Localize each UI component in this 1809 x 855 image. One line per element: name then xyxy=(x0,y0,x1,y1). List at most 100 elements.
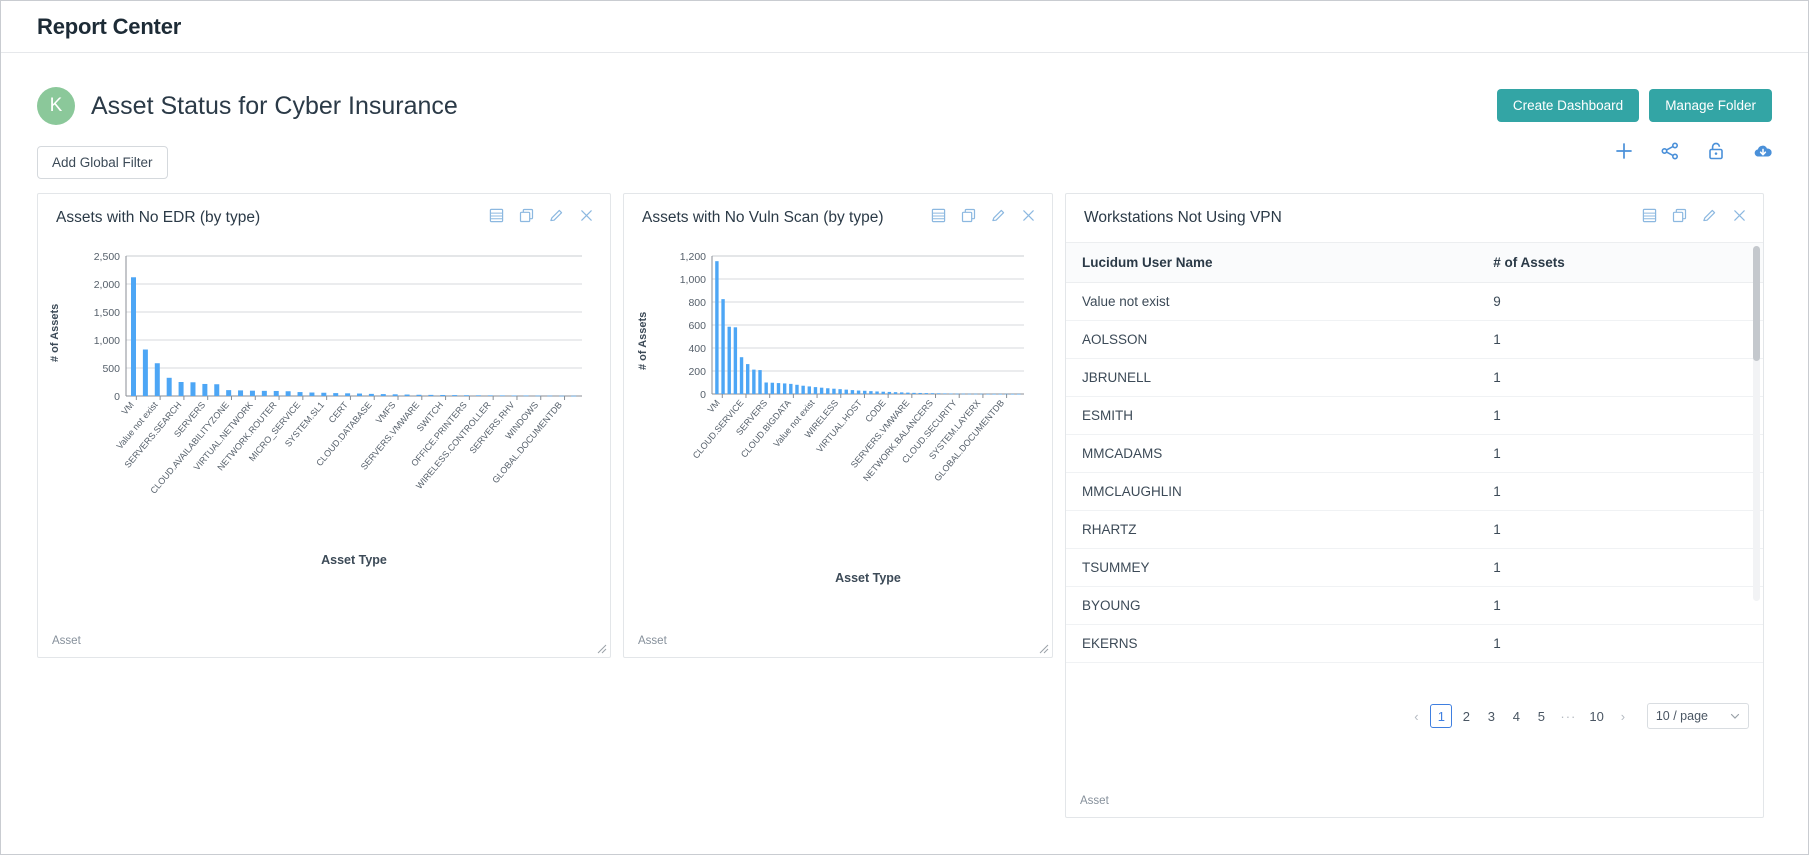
bar[interactable] xyxy=(261,390,267,396)
bar[interactable] xyxy=(571,395,577,397)
bar[interactable] xyxy=(918,392,922,394)
bar[interactable] xyxy=(807,386,811,394)
bar[interactable] xyxy=(368,393,374,396)
table-row[interactable]: Value not exist 9 xyxy=(1066,282,1763,321)
share-icon[interactable] xyxy=(1660,141,1680,161)
bar[interactable] xyxy=(801,385,805,394)
bar[interactable] xyxy=(795,384,799,394)
bar[interactable] xyxy=(464,395,470,396)
bar[interactable] xyxy=(998,393,1002,395)
bar[interactable] xyxy=(404,394,410,396)
bar[interactable] xyxy=(727,326,731,394)
bar[interactable] xyxy=(789,383,793,394)
bar[interactable] xyxy=(856,390,861,394)
bar[interactable] xyxy=(961,393,965,395)
bar[interactable] xyxy=(309,392,315,396)
bar[interactable] xyxy=(1017,393,1021,395)
bar[interactable] xyxy=(949,393,953,395)
table-row[interactable]: ESMITH 1 xyxy=(1066,396,1763,435)
bar[interactable] xyxy=(428,394,434,396)
download-cloud-icon[interactable] xyxy=(1752,141,1774,161)
bar[interactable] xyxy=(511,395,517,397)
bar[interactable] xyxy=(131,277,136,396)
bar[interactable] xyxy=(226,390,232,396)
bar[interactable] xyxy=(869,391,873,395)
copy-icon[interactable] xyxy=(519,208,534,223)
bar[interactable] xyxy=(440,394,446,396)
bar[interactable] xyxy=(547,395,553,397)
bar[interactable] xyxy=(559,395,565,397)
pagination-prev[interactable]: ‹ xyxy=(1405,704,1427,728)
bar[interactable] xyxy=(487,395,493,396)
table-row[interactable]: JBRUNELL 1 xyxy=(1066,358,1763,397)
bar[interactable] xyxy=(758,370,762,394)
close-icon[interactable] xyxy=(579,208,594,223)
bar[interactable] xyxy=(924,393,929,394)
bar[interactable] xyxy=(936,393,941,394)
bar[interactable] xyxy=(190,382,196,396)
manage-folder-button[interactable]: Manage Folder xyxy=(1649,89,1772,122)
table-row[interactable]: AOLSSON 1 xyxy=(1066,320,1763,359)
bar[interactable] xyxy=(893,392,898,394)
bar[interactable] xyxy=(863,390,867,394)
bar[interactable] xyxy=(887,391,892,394)
bar[interactable] xyxy=(912,392,916,394)
resize-handle[interactable] xyxy=(1039,644,1049,654)
bar[interactable] xyxy=(746,364,750,394)
pagination-next[interactable]: › xyxy=(1612,704,1634,728)
bar[interactable] xyxy=(166,377,172,396)
bar[interactable] xyxy=(499,395,505,397)
bar[interactable] xyxy=(875,391,879,394)
bar[interactable] xyxy=(850,390,855,394)
bar[interactable] xyxy=(333,393,339,396)
bar[interactable] xyxy=(214,384,220,396)
bar[interactable] xyxy=(819,387,824,394)
list-icon[interactable] xyxy=(1642,208,1657,223)
bar[interactable] xyxy=(357,393,362,396)
bar[interactable] xyxy=(452,395,458,396)
bar[interactable] xyxy=(770,382,775,394)
plus-icon[interactable] xyxy=(1614,141,1634,161)
pagination-page-3[interactable]: 3 xyxy=(1480,704,1502,728)
pencil-icon[interactable] xyxy=(549,208,564,223)
pagination-page-2[interactable]: 2 xyxy=(1455,704,1477,728)
copy-icon[interactable] xyxy=(1672,208,1687,223)
bar[interactable] xyxy=(249,390,255,396)
scrollbar-thumb[interactable] xyxy=(1753,246,1760,361)
pencil-icon[interactable] xyxy=(1702,208,1717,223)
bar[interactable] xyxy=(844,389,848,394)
table-row[interactable]: MMCLAUGHLIN 1 xyxy=(1066,472,1763,511)
bar[interactable] xyxy=(813,387,818,394)
create-dashboard-button[interactable]: Create Dashboard xyxy=(1496,89,1640,122)
table-row[interactable]: TSUMMEY 1 xyxy=(1066,548,1763,587)
list-icon[interactable] xyxy=(931,208,946,223)
pagination-ellipsis[interactable]: ··· xyxy=(1555,704,1581,728)
bar[interactable] xyxy=(285,391,291,396)
bar[interactable] xyxy=(1010,393,1015,395)
close-icon[interactable] xyxy=(1021,208,1036,223)
resize-handle[interactable] xyxy=(597,644,607,654)
close-icon[interactable] xyxy=(1732,208,1747,223)
bar[interactable] xyxy=(752,369,756,394)
bar[interactable] xyxy=(380,394,386,396)
bar[interactable] xyxy=(523,395,529,397)
table-row[interactable]: RHARTZ 1 xyxy=(1066,510,1763,549)
pagination-page-1[interactable]: 1 xyxy=(1430,704,1453,728)
bar[interactable] xyxy=(321,392,327,396)
bar[interactable] xyxy=(930,393,935,394)
bar[interactable] xyxy=(967,393,972,395)
bar[interactable] xyxy=(142,349,148,396)
bar[interactable] xyxy=(345,393,351,396)
bar[interactable] xyxy=(764,382,768,395)
pagination-page-last[interactable]: 10 xyxy=(1584,704,1608,728)
bar[interactable] xyxy=(273,390,279,396)
bar[interactable] xyxy=(906,392,910,394)
pencil-icon[interactable] xyxy=(991,208,1006,223)
unlock-icon[interactable] xyxy=(1706,141,1726,161)
bar[interactable] xyxy=(535,395,541,397)
column-header-user-name[interactable]: Lucidum User Name xyxy=(1066,242,1478,283)
bar[interactable] xyxy=(826,388,830,394)
bar[interactable] xyxy=(475,395,481,396)
pagination-page-5[interactable]: 5 xyxy=(1530,704,1552,728)
bar[interactable] xyxy=(782,383,787,394)
